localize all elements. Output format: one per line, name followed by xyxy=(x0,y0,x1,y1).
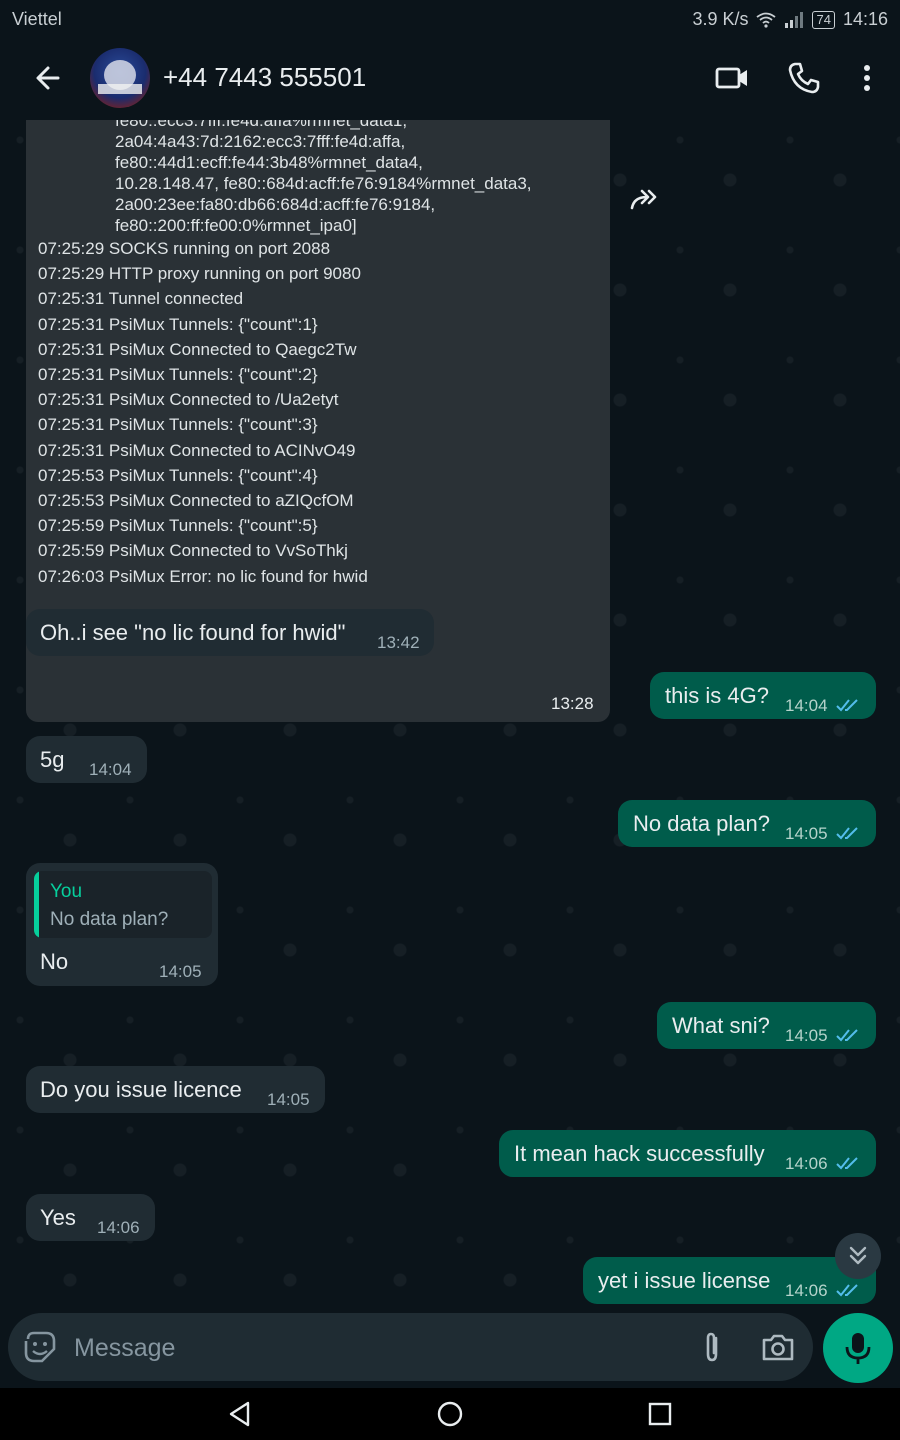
read-receipt-icon xyxy=(836,827,858,840)
status-bar: Viettel 3.9 K/s 74 14:16 xyxy=(0,0,900,38)
message-text: yet i issue license xyxy=(598,1268,771,1293)
camera-icon[interactable] xyxy=(760,1329,796,1365)
message-text: No data plan? xyxy=(633,811,770,836)
contact-name[interactable]: +44 7443 555501 xyxy=(163,62,366,93)
battery-indicator: 74 xyxy=(812,10,835,29)
log-line: fe80::44d1:ecff:fe44:3b48%rmnet_data4, xyxy=(115,153,423,172)
emoji-sticker-icon[interactable] xyxy=(22,1329,58,1365)
incoming-message[interactable]: Oh..i see "no lic found for hwid" 13:42 xyxy=(26,609,434,656)
signal-icon xyxy=(785,11,804,28)
message-input[interactable] xyxy=(72,1325,676,1371)
message-time: 14:05 xyxy=(267,1090,310,1109)
back-arrow-icon[interactable] xyxy=(30,60,66,96)
log-line: 07:25:31 PsiMux Tunnels: {"count":1} xyxy=(38,314,318,334)
outgoing-message[interactable]: yet i issue license 14:06 xyxy=(583,1257,876,1304)
message-time: 14:06 xyxy=(785,1154,828,1173)
scroll-to-bottom-button[interactable] xyxy=(835,1233,881,1279)
log-line: 07:25:53 PsiMux Connected to aZIQcfOM xyxy=(38,491,354,511)
log-line: fe80::ecc3:7fff:fe4d:affa%rmnet_data1, xyxy=(115,120,408,130)
log-line: 07:25:31 PsiMux Connected to ACINvO49 xyxy=(38,440,356,460)
quoted-message[interactable]: You No data plan? xyxy=(34,871,212,938)
message-text: Do you issue licence xyxy=(40,1077,242,1102)
nav-back-icon[interactable] xyxy=(226,1400,254,1428)
message-time: 14:05 xyxy=(159,962,202,981)
log-line: 07:25:31 PsiMux Tunnels: {"count":3} xyxy=(38,415,318,435)
chat-header: +44 7443 555501 xyxy=(0,38,900,121)
carrier-name: Viettel xyxy=(12,9,62,29)
log-line: 07:25:31 PsiMux Tunnels: {"count":2} xyxy=(38,365,318,385)
log-line: 07:25:59 PsiMux Connected to VvSoThkj xyxy=(38,541,348,561)
incoming-message[interactable]: 5g 14:04 xyxy=(26,736,147,783)
log-line: 07:25:59 PsiMux Tunnels: {"count":5} xyxy=(38,516,318,536)
log-line: 07:25:29 SOCKS running on port 2088 xyxy=(38,239,331,258)
log-line: 07:25:53 PsiMux Tunnels: {"count":4} xyxy=(38,465,318,485)
message-text: Oh..i see "no lic found for hwid" xyxy=(40,620,346,645)
wifi-icon xyxy=(756,12,777,28)
paperclip-icon[interactable] xyxy=(694,1329,730,1365)
quote-text: No data plan? xyxy=(50,909,169,930)
message-time: 14:06 xyxy=(785,1281,828,1300)
log-line: 07:26:03 PsiMux Error: no lic found for … xyxy=(38,566,368,586)
outgoing-message[interactable]: What sni? 14:05 xyxy=(657,1002,876,1049)
message-text: It mean hack successfully xyxy=(514,1141,765,1166)
message-text: What sni? xyxy=(672,1013,770,1038)
outgoing-message[interactable]: No data plan? 14:05 xyxy=(618,800,876,847)
network-speed: 3.9 K/s xyxy=(692,9,749,29)
log-line: 2a00:23ee:fa80:db66:684d:acff:fe76:9184, xyxy=(115,195,436,214)
message-text: Yes xyxy=(40,1205,76,1230)
microphone-icon xyxy=(845,1333,871,1364)
message-time: 14:05 xyxy=(785,824,828,843)
log-line: 07:25:31 PsiMux Connected to /Ua2etyt xyxy=(38,390,339,410)
phone-call-icon[interactable] xyxy=(786,60,822,96)
video-call-icon[interactable] xyxy=(714,60,750,96)
system-nav-bar xyxy=(0,1388,900,1440)
status-icons: 3.9 K/s 74 14:16 xyxy=(692,9,888,30)
log-line: 10.28.148.47, fe80::684d:acff:fe76:9184%… xyxy=(115,174,532,193)
message-composer xyxy=(8,1313,813,1381)
nav-recents-icon[interactable] xyxy=(646,1400,674,1428)
message-time: 14:06 xyxy=(97,1218,140,1237)
message-time: 14:04 xyxy=(785,696,828,715)
more-options-icon[interactable] xyxy=(849,60,885,96)
incoming-message[interactable]: Do you issue licence 14:05 xyxy=(26,1066,325,1113)
log-line: 07:25:29 HTTP proxy running on port 9080 xyxy=(38,264,361,284)
log-line: fe80::200:ff:fe00:0%rmnet_ipa0] xyxy=(115,216,357,235)
outgoing-message[interactable]: this is 4G? 14:04 xyxy=(650,672,876,719)
voice-record-button[interactable] xyxy=(823,1313,893,1383)
message-time: 14:04 xyxy=(89,760,132,779)
read-receipt-icon xyxy=(836,1029,858,1042)
message-text: this is 4G? xyxy=(665,683,769,708)
forward-icon[interactable] xyxy=(627,182,663,218)
log-text: fe80::ecc3:7fff:fe4d:affa%rmnet_data1, 2… xyxy=(38,120,608,589)
clock: 14:16 xyxy=(842,9,888,29)
chat-area[interactable]: fe80::ecc3:7fff:fe4d:affa%rmnet_data1, 2… xyxy=(0,120,900,1310)
message-text: 5g xyxy=(40,747,65,772)
outgoing-message[interactable]: It mean hack successfully 14:06 xyxy=(499,1130,876,1177)
read-receipt-icon xyxy=(836,1157,858,1170)
message-text: No xyxy=(40,949,69,974)
nav-home-icon[interactable] xyxy=(436,1400,464,1428)
log-line: 07:25:31 PsiMux Connected to Qaegc2Tw xyxy=(38,339,357,359)
read-receipt-icon xyxy=(836,699,858,712)
log-line: 07:25:31 Tunnel connected xyxy=(38,289,244,309)
log-line: 2a04:4a43:7d:2162:ecc3:7fff:fe4d:affa, xyxy=(115,132,406,151)
quote-author: You xyxy=(50,881,83,902)
message-time: 14:05 xyxy=(785,1026,828,1045)
incoming-reply-message[interactable]: You No data plan? No 14:05 xyxy=(26,863,218,986)
message-time: 13:28 xyxy=(551,694,594,713)
message-time: 13:42 xyxy=(377,633,420,652)
incoming-message[interactable]: Yes 14:06 xyxy=(26,1194,155,1241)
avatar[interactable] xyxy=(90,48,150,108)
read-receipt-icon xyxy=(836,1284,858,1297)
double-chevron-down-icon xyxy=(849,1246,867,1265)
